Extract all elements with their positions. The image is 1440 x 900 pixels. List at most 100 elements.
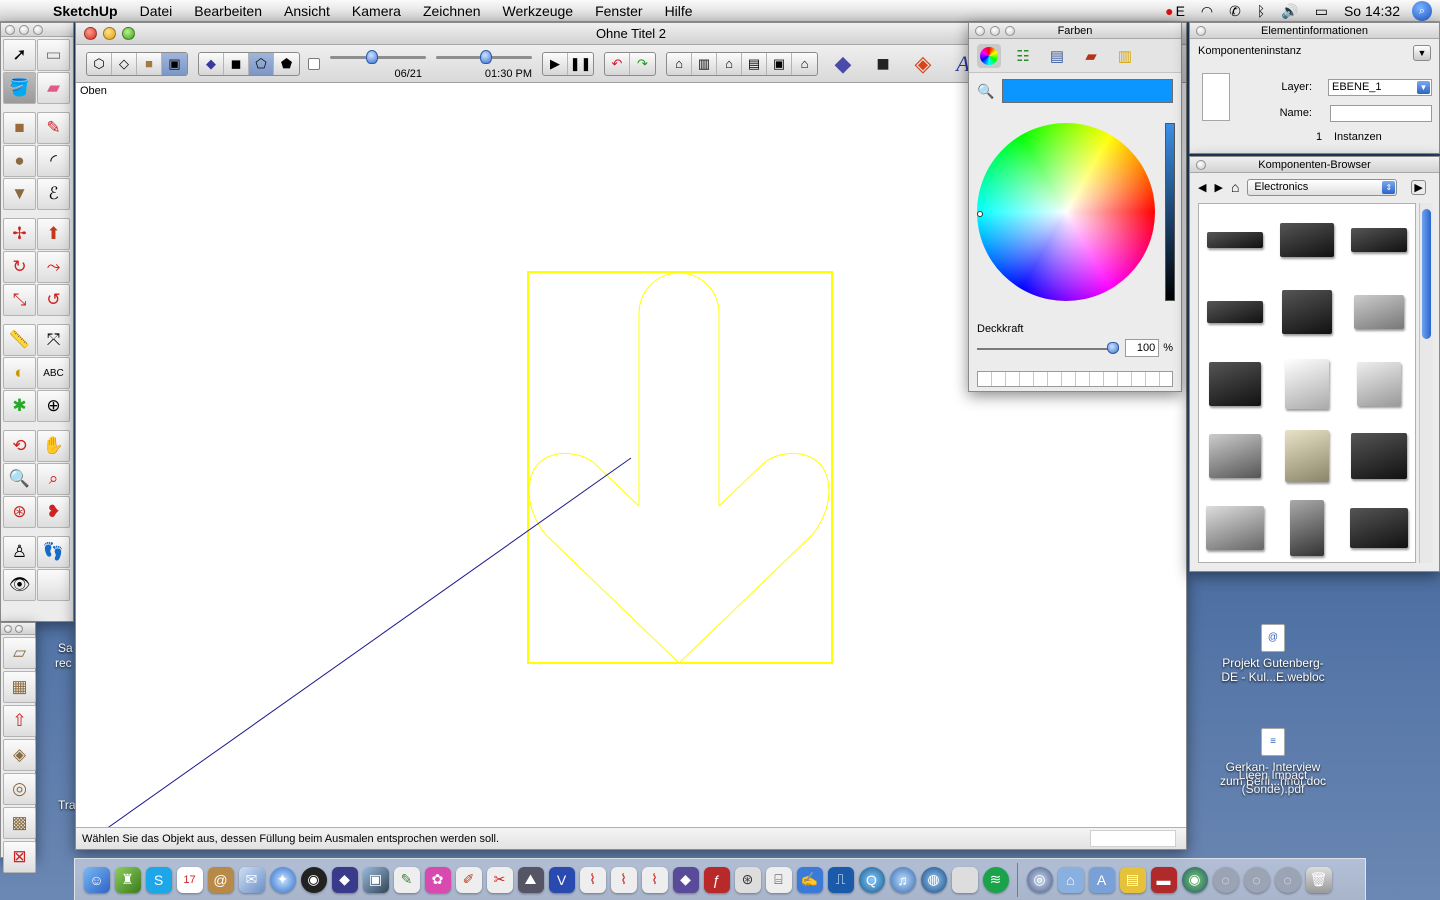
look-around-icon[interactable]: 👁 <box>3 569 36 601</box>
minimize-button[interactable] <box>19 24 29 35</box>
colors-titlebar[interactable]: Farben <box>969 23 1181 39</box>
menu-zeichnen[interactable]: Zeichnen <box>412 0 492 22</box>
component-server-tower[interactable] <box>1271 492 1343 562</box>
back-view-icon[interactable]: ▣ <box>767 52 792 75</box>
minimize-button[interactable] <box>103 27 116 40</box>
component-retro-pc[interactable] <box>1271 420 1343 492</box>
tool-palette-titlebar[interactable] <box>1 23 73 37</box>
component-old-monitor[interactable] <box>1343 276 1415 348</box>
component-dvd-recorder[interactable] <box>1199 276 1271 348</box>
slider-knob[interactable] <box>480 49 492 64</box>
pan-tool-icon[interactable]: ✋ <box>37 430 70 462</box>
previous-view-icon[interactable]: ❥ <box>37 496 70 528</box>
input-menu[interactable]: E <box>1176 3 1193 19</box>
menu-werkzeuge[interactable]: Werkzeuge <box>492 0 585 22</box>
text-tool-icon[interactable]: ABC <box>37 357 70 389</box>
component-telephone[interactable] <box>1343 492 1415 562</box>
flower-app-icon[interactable]: ✿ <box>424 866 451 893</box>
menu-bearbeiten[interactable]: Bearbeiten <box>183 0 273 22</box>
iso-view-icon[interactable]: ◆ <box>199 52 224 75</box>
brightness-slider[interactable] <box>1165 123 1175 301</box>
swatch-strip[interactable] <box>977 371 1173 387</box>
vectorworks-v-icon[interactable]: V <box>548 866 575 893</box>
menu-datei[interactable]: Datei <box>129 0 184 22</box>
spotify-icon[interactable]: ≋ <box>982 866 1009 893</box>
rectangle-tool-icon[interactable]: ■ <box>3 112 36 144</box>
desktop-webloc-file[interactable]: @ Projekt Gutenberg- DE - Kul...E.webloc <box>1193 624 1353 684</box>
network-icon[interactable]: ⊛ <box>734 866 761 893</box>
component-stereo[interactable] <box>1271 204 1343 276</box>
layer-select[interactable]: EBENE_1 ▼ <box>1328 79 1432 96</box>
redo-icon[interactable]: ↷ <box>630 53 655 75</box>
opacity-input[interactable]: 100 <box>1125 339 1160 357</box>
image-palettes-tab[interactable]: ▰ <box>1079 44 1103 68</box>
wifi-icon[interactable]: ◠ <box>1193 3 1221 20</box>
acrobat2-icon[interactable]: ⌇ <box>610 866 637 893</box>
color-sliders-tab[interactable]: ☷ <box>1011 44 1035 68</box>
materials-cube-icon[interactable]: ■ <box>868 49 898 79</box>
select-tool-icon[interactable]: ➚ <box>3 39 36 71</box>
section-plane-icon[interactable]: ◈ <box>908 49 938 79</box>
entity-details-menu-icon[interactable]: ▼ <box>1413 45 1431 61</box>
color-wheel-marker[interactable] <box>977 211 983 217</box>
freehand-tool-icon[interactable]: ℰ <box>37 178 70 210</box>
preview-icon[interactable]: ⌸ <box>765 866 792 893</box>
component-dvd-player[interactable] <box>1343 204 1415 276</box>
top-view-icon[interactable]: ▥ <box>692 52 717 75</box>
close-button[interactable] <box>5 24 15 35</box>
polygon-tool-icon[interactable]: ▼ <box>3 178 36 210</box>
move-tool-icon[interactable]: ✢ <box>3 218 36 250</box>
dimension-tool-icon[interactable]: ⤧ <box>37 324 70 356</box>
iso-house-icon[interactable]: ⌂ <box>667 52 692 75</box>
cube-app-icon[interactable]: ◆ <box>672 866 699 893</box>
acrobat3-icon[interactable]: ⌇ <box>641 866 668 893</box>
measurements-box[interactable] <box>1090 830 1176 847</box>
shaded-style-icon[interactable]: ■ <box>137 52 162 75</box>
minimize-button[interactable] <box>990 25 1000 36</box>
drape-tool-icon[interactable]: ◎ <box>3 773 36 805</box>
home-icon[interactable]: ⌂ <box>1231 179 1239 195</box>
color-wheel-area[interactable] <box>969 109 1181 323</box>
disk-icon[interactable]: ◌ <box>1212 866 1239 893</box>
shadows-checkbox[interactable] <box>308 57 320 70</box>
library-icon[interactable]: ▬ <box>1150 866 1177 893</box>
components-scrollbar[interactable] <box>1419 203 1433 563</box>
opacity-knob[interactable] <box>1107 342 1120 354</box>
zoom-button[interactable] <box>33 24 43 35</box>
flash-app-icon[interactable]: ƒ <box>703 866 730 893</box>
opacity-slider[interactable] <box>977 342 1120 354</box>
applications-folder-icon[interactable]: A <box>1088 866 1115 893</box>
rotate-tool-icon[interactable]: ↻ <box>3 251 36 283</box>
sketchy-edge-icon[interactable]: ⬟ <box>274 53 299 75</box>
close-button[interactable] <box>1196 159 1206 170</box>
safari-globe-icon[interactable]: ◍ <box>920 866 947 893</box>
component-laptop[interactable] <box>1343 420 1415 492</box>
collection-select[interactable]: Electronics ⇕ <box>1247 178 1398 196</box>
color-wheel[interactable] <box>977 123 1155 301</box>
sandbox-palette-titlebar[interactable] <box>1 623 35 635</box>
walk-tool-icon[interactable]: 👣 <box>37 536 70 568</box>
network-globe-icon[interactable]: ◎ <box>1026 866 1053 893</box>
skype-icon[interactable]: S <box>145 866 172 893</box>
add-detail-icon[interactable]: ▩ <box>3 807 36 839</box>
textedit-icon[interactable]: ✎ <box>393 866 420 893</box>
sandbox-contours-icon[interactable]: ▱ <box>3 637 36 669</box>
make-component-icon[interactable]: ▭ <box>37 39 70 71</box>
textured-style-icon[interactable]: ▣ <box>162 52 187 75</box>
eraser-icon[interactable]: ▰ <box>37 72 70 104</box>
documents-folder-icon[interactable]: ▤ <box>1119 866 1146 893</box>
home-folder-icon[interactable]: ⌂ <box>1057 866 1084 893</box>
front-view-icon[interactable]: ⌂ <box>717 52 742 75</box>
zoom-button[interactable] <box>122 27 135 40</box>
phone-icon[interactable]: ✆ <box>1221 3 1249 20</box>
back-arrow-icon[interactable]: ◀ <box>1198 181 1206 194</box>
component-tower-pc[interactable] <box>1199 348 1271 420</box>
trash-icon[interactable]: 🗑 <box>1305 866 1332 893</box>
tools-icon[interactable]: ✂ <box>486 866 513 893</box>
push-pull-tool-icon[interactable]: ⬆ <box>37 218 70 250</box>
close-button[interactable] <box>4 624 12 633</box>
flip-edge-icon[interactable]: ⊠ <box>3 841 36 873</box>
position-camera-icon[interactable]: ♙ <box>3 536 36 568</box>
undo-icon[interactable]: ↶ <box>605 52 630 75</box>
right-view-icon[interactable]: ▤ <box>742 52 767 75</box>
